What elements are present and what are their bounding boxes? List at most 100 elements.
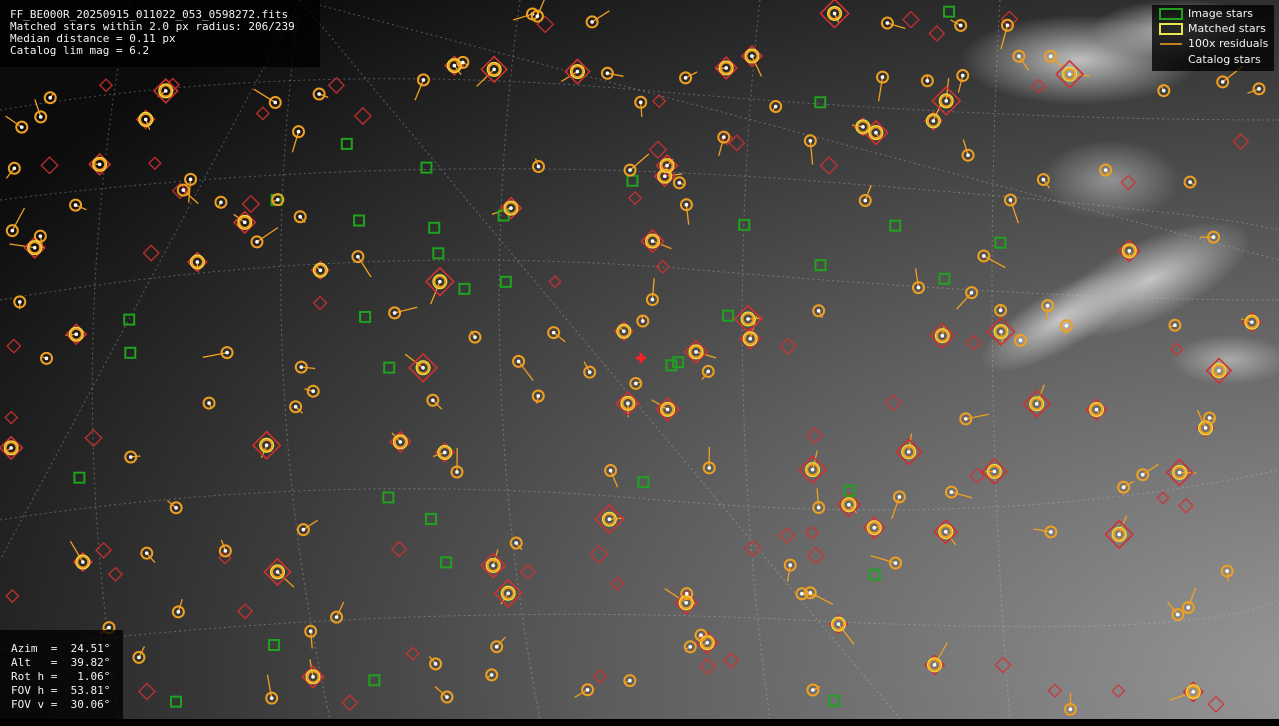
star-dot (1191, 690, 1195, 694)
star-dot (177, 610, 181, 614)
star-dot (225, 351, 229, 355)
star-dot (181, 188, 185, 192)
star-dot (982, 254, 986, 258)
star-dot (1049, 530, 1053, 534)
star-dot (1069, 708, 1073, 712)
star-dot (970, 291, 974, 295)
star-dot (622, 329, 626, 333)
matched-star-legend-icon (1159, 23, 1183, 35)
star-dot (319, 268, 323, 272)
star-dot (628, 168, 632, 172)
star-dot (145, 551, 149, 555)
star-dot (455, 470, 459, 474)
star-dot (1042, 178, 1046, 182)
star-dot (684, 601, 688, 605)
star-dot (933, 663, 937, 667)
star-dot (537, 165, 541, 169)
star-dot (874, 131, 878, 135)
star-dot (265, 443, 269, 447)
legend-image-stars: Image stars (1188, 7, 1253, 21)
star-dot (1162, 89, 1166, 93)
star-dot (861, 125, 865, 129)
star-dot (966, 153, 970, 157)
star-dot (993, 470, 997, 474)
star-dot (666, 408, 670, 412)
star-dot (393, 311, 397, 315)
star-dot (944, 99, 948, 103)
star-dot (750, 54, 754, 58)
star-dot (164, 89, 168, 93)
star-dot (421, 366, 425, 370)
star-dot (536, 14, 540, 18)
star-dot (881, 75, 885, 79)
star-dot (811, 468, 815, 472)
fov-horizontal-text: FOV h = 53.81° (11, 684, 123, 698)
star-dot (74, 203, 78, 207)
star-dot (959, 24, 963, 28)
star-dot (443, 451, 447, 455)
star-dot (699, 633, 703, 637)
star-dot (999, 330, 1003, 334)
solution-info-panel: FF_BE000R_20250915_011022_053_0598272.fi… (0, 0, 320, 67)
star-dot (894, 561, 898, 565)
star-dot (705, 641, 709, 645)
star-dot (81, 560, 85, 564)
legend-matched-stars: Matched stars (1188, 22, 1266, 36)
star-dot (438, 280, 442, 284)
residual-legend-icon (1159, 38, 1183, 50)
star-dot (276, 198, 280, 202)
star-dot (311, 389, 315, 393)
star-dot (941, 334, 945, 338)
star-dot (514, 541, 518, 545)
star-dot (685, 592, 689, 596)
star-dot (651, 298, 655, 302)
fov-vertical-text: FOV v = 30.06° (11, 698, 123, 712)
star-dot (999, 309, 1003, 313)
star-dot (1104, 168, 1108, 172)
star-dot (1212, 235, 1216, 239)
star-dot (297, 130, 301, 134)
star-dot (800, 592, 804, 596)
star-dot (1225, 569, 1229, 573)
star-dot (1186, 606, 1190, 610)
star-dot (907, 450, 911, 454)
star-dot (685, 203, 689, 207)
catalog-limit-text: Catalog lim mag = 6.2 (10, 45, 320, 57)
star-dot (309, 630, 313, 634)
star-dot (722, 135, 726, 139)
star-dot (576, 70, 580, 74)
star-dot (811, 688, 815, 692)
star-dot (964, 417, 968, 421)
star-dot (628, 679, 632, 683)
star-dot (107, 626, 111, 630)
star-dot (817, 506, 821, 510)
star-dot (609, 469, 613, 473)
star-dot (243, 221, 247, 225)
star-dot (1250, 320, 1254, 324)
rotation-text: Rot h = 1.06° (11, 670, 123, 684)
star-dot (98, 163, 102, 167)
star-dot (1019, 339, 1023, 343)
star-dot (917, 286, 921, 290)
star-dot (665, 164, 669, 168)
star-dot (1006, 24, 1010, 28)
star-dot (1176, 613, 1180, 617)
star-dot (311, 675, 315, 679)
star-dot (1009, 198, 1013, 202)
star-dot (872, 526, 876, 530)
pointing-info-panel: Azim = 24.51°Alt = 39.82°Rot h = 1.06°FO… (0, 630, 123, 726)
star-dot (1217, 369, 1221, 373)
star-dot (144, 118, 148, 122)
star-dot (1117, 533, 1121, 537)
star-dot (270, 696, 274, 700)
star-dot (1204, 426, 1208, 430)
star-dot (588, 370, 592, 374)
star-dot (45, 357, 49, 361)
star-dot (276, 570, 280, 574)
star-dot (833, 12, 837, 16)
star-dot (9, 446, 13, 450)
star-dot (837, 622, 841, 626)
star-dot (1221, 80, 1225, 84)
star-dot (1068, 72, 1072, 76)
star-dot (335, 615, 339, 619)
